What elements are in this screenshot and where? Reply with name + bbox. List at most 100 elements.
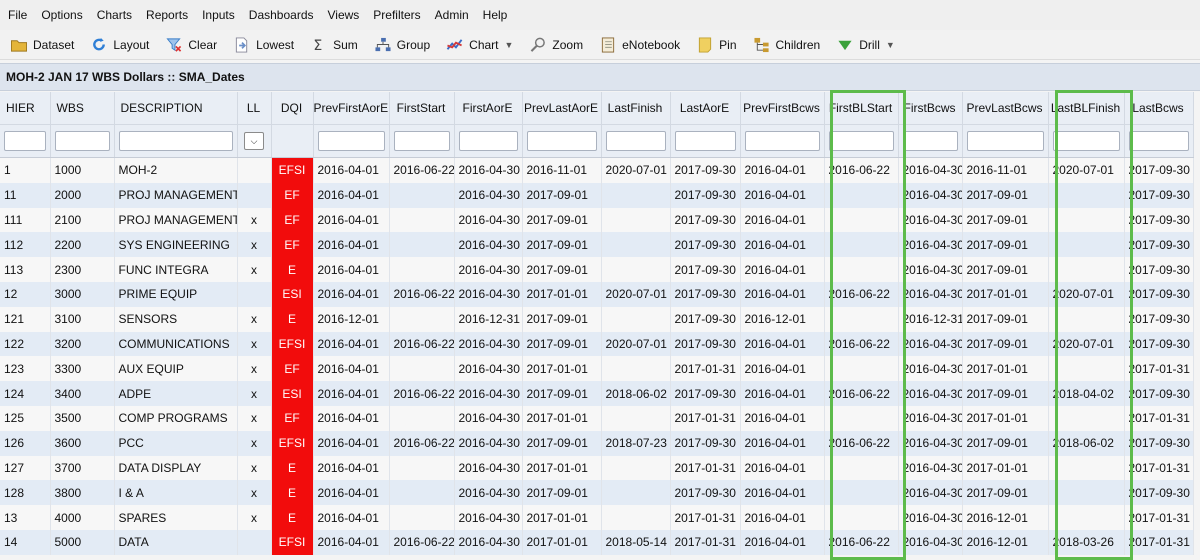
column-header-firstaore[interactable]: FirstAorE [454, 92, 523, 125]
column-header-description[interactable]: DESCRIPTION [114, 92, 238, 125]
column-header-lastfinish[interactable]: LastFinish [601, 92, 671, 125]
clear-button[interactable]: Clear [165, 37, 217, 53]
menu-charts[interactable]: Charts [97, 8, 132, 22]
sigma-icon: Σ [313, 38, 322, 53]
table-row[interactable]: 1 1000 MOH-2 EFSI 2016-04-01 2016-06-22 2016-0… [0, 157, 1194, 183]
cell-prevfirstbcws: 2016-04-01 [740, 381, 825, 406]
menu-file[interactable]: File [8, 8, 27, 22]
menu-admin[interactable]: Admin [435, 8, 469, 22]
lowest-button[interactable]: Lowest [233, 36, 294, 53]
table-row[interactable]: 124 3400 ADPE x ESI 2016-04-01 2016-06-22 2016-… [0, 381, 1194, 406]
column-header-lastblfinish[interactable]: LastBLFinish [1048, 92, 1125, 125]
cell-firststart [389, 356, 455, 382]
filter-input-firststart[interactable] [393, 131, 450, 151]
column-header-dqi[interactable]: DQI [271, 92, 314, 125]
column-header-lastbcws[interactable]: LastBcws [1124, 92, 1194, 125]
table-row[interactable]: 111 2100 PROJ MANAGEMENT x EF 2016-04-01 2016-… [0, 207, 1194, 233]
column-header-firstbcws[interactable]: FirstBcws [898, 92, 963, 125]
column-header-wbs[interactable]: WBS [50, 92, 115, 125]
cell-firstbcws: 2016-04-30 [898, 232, 963, 258]
filter-input-firstbcws[interactable] [902, 131, 958, 151]
cell-ll: x [237, 331, 272, 357]
cell-lastblfinish [1048, 232, 1125, 258]
data-grid: HIER WBS DESCRIPTION LL DQI PrevFirstAorE Firs… [0, 92, 1194, 555]
cell-lastfinish [601, 505, 671, 530]
cell-lastfinish [601, 405, 671, 431]
column-header-prevlastaore[interactable]: PrevLastAorE [522, 92, 602, 125]
column-header-firstblstart[interactable]: FirstBLStart [824, 92, 899, 125]
table-row[interactable]: 126 3600 PCC x EFSI 2016-04-01 2016-06-22 2016-… [0, 430, 1194, 456]
menu-options[interactable]: Options [41, 8, 82, 22]
table-row[interactable]: 112 2200 SYS ENGINEERING x EF 2016-04-01 2016-… [0, 232, 1194, 258]
cell-dqi: E [271, 257, 314, 282]
filter-input-firstblstart[interactable] [828, 131, 894, 151]
ll-filter-dropdown[interactable]: ⌵ [244, 132, 264, 150]
cell-description: COMMUNICATIONS [114, 331, 238, 357]
cell-prevfirstbcws: 2016-04-01 [740, 480, 825, 506]
table-row[interactable]: 113 2300 FUNC INTEGRA x E 2016-04-01 2016-04-3… [0, 257, 1194, 282]
menu-dashboards[interactable]: Dashboards [249, 8, 314, 22]
table-row[interactable]: 127 3700 DATA DISPLAY x E 2016-04-01 2016-04-3… [0, 455, 1194, 481]
column-header-prevlastbcws[interactable]: PrevLastBcws [962, 92, 1049, 125]
dataset-button[interactable]: Dataset [10, 37, 74, 53]
caret-down-icon[interactable]: ▼ [886, 40, 895, 50]
filter-input-prevlastaore[interactable] [526, 131, 597, 151]
column-header-ll[interactable]: LL [237, 92, 272, 125]
menu-inputs[interactable]: Inputs [202, 8, 235, 22]
cell-firstbcws: 2016-04-30 [898, 480, 963, 506]
table-row[interactable]: 12 3000 PRIME EQUIP ESI 2016-04-01 2016-06-22… [0, 281, 1194, 307]
table-row[interactable]: 125 3500 COMP PROGRAMS x EF 2016-04-01 2016-04… [0, 405, 1194, 431]
menu-help[interactable]: Help [483, 8, 508, 22]
table-row[interactable]: 13 4000 SPARES x E 2016-04-01 2016-04-30 2017-0… [0, 505, 1194, 530]
filter-input-lastbcws[interactable] [1128, 131, 1189, 151]
column-header-firststart[interactable]: FirstStart [389, 92, 455, 125]
layout-button[interactable]: Layout [90, 37, 149, 53]
zoom-button[interactable]: Zoom [529, 37, 583, 53]
filter-input-prevfirstaore[interactable] [317, 131, 385, 151]
caret-down-icon[interactable]: ▼ [505, 40, 514, 50]
sum-button[interactable]: Σ Sum [310, 37, 357, 53]
cell-lastbcws: 2017-01-31 [1124, 356, 1194, 382]
cell-lastblfinish [1048, 356, 1125, 382]
filter-input-prevfirstbcws[interactable] [744, 131, 820, 151]
filter-input-hier[interactable] [4, 131, 46, 151]
cell-lastfinish: 2020-07-01 [601, 281, 671, 307]
menu-views[interactable]: Views [328, 8, 360, 22]
pin-button[interactable]: Pin [696, 36, 737, 53]
table-row[interactable]: 128 3800 I & Ax E 2016-04-01 2016-04-30 2017-0… [0, 480, 1194, 506]
chart-button[interactable]: Chart ▼ [446, 37, 513, 53]
menu-reports[interactable]: Reports [146, 8, 188, 22]
filter-input-wbs[interactable] [54, 131, 110, 151]
cell-prevlastaore: 2016-11-01 [522, 157, 602, 183]
filter-input-lastblfinish[interactable] [1052, 131, 1120, 151]
cell-lastbcws: 2017-01-31 [1124, 505, 1194, 530]
column-header-prevfirstbcws[interactable]: PrevFirstBcws [740, 92, 825, 125]
filter-input-lastfinish[interactable] [605, 131, 666, 151]
group-button[interactable]: Group [374, 37, 430, 53]
table-row[interactable]: 123 3300 AUX EQUIP x EF 2016-04-01 2016-04-30 2… [0, 356, 1194, 382]
cell-description: DATA DISPLAY [114, 455, 238, 481]
filter-input-lastaore[interactable] [674, 131, 736, 151]
filter-input-prevlastbcws[interactable] [966, 131, 1044, 151]
children-button[interactable]: Children [753, 37, 820, 53]
table-row[interactable]: 122 3200 COMMUNICATIONS x EFSI 2016-04-01 2016… [0, 331, 1194, 357]
cell-lastblfinish [1048, 505, 1125, 530]
filter-input-firstaore[interactable] [458, 131, 518, 151]
table-row[interactable]: 14 5000 DATA EFSI 2016-04-01 2016-06-22 2016-0… [0, 529, 1194, 555]
cell-prevfirstaore: 2016-04-01 [313, 480, 390, 506]
cell-prevfirstaore: 2016-04-01 [313, 505, 390, 530]
column-header-hier[interactable]: HIER [0, 92, 51, 125]
enotebook-button[interactable]: eNotebook [599, 36, 680, 53]
column-header-lastaore[interactable]: LastAorE [670, 92, 741, 125]
menu-bar: File Options Charts Reports Inputs Dashboards… [0, 0, 1200, 30]
column-header-prevfirstaore[interactable]: PrevFirstAorE [313, 92, 390, 125]
filter-input-description[interactable] [118, 131, 233, 151]
table-row[interactable]: 121 3100 SENSORS x E 2016-12-01 2016-12-31 2017… [0, 306, 1194, 332]
cell-lastbcws: 2017-01-31 [1124, 405, 1194, 431]
cell-firstbcws: 2016-04-30 [898, 381, 963, 406]
table-row[interactable]: 11 2000 PROJ MANAGEMENT EF 2016-04-01 2016-04… [0, 182, 1194, 208]
menu-prefilters[interactable]: Prefilters [373, 8, 420, 22]
drill-button[interactable]: Drill ▼ [836, 37, 895, 53]
cell-description: AUX EQUIP [114, 356, 238, 382]
cell-prevlastaore: 2017-09-01 [522, 381, 602, 406]
